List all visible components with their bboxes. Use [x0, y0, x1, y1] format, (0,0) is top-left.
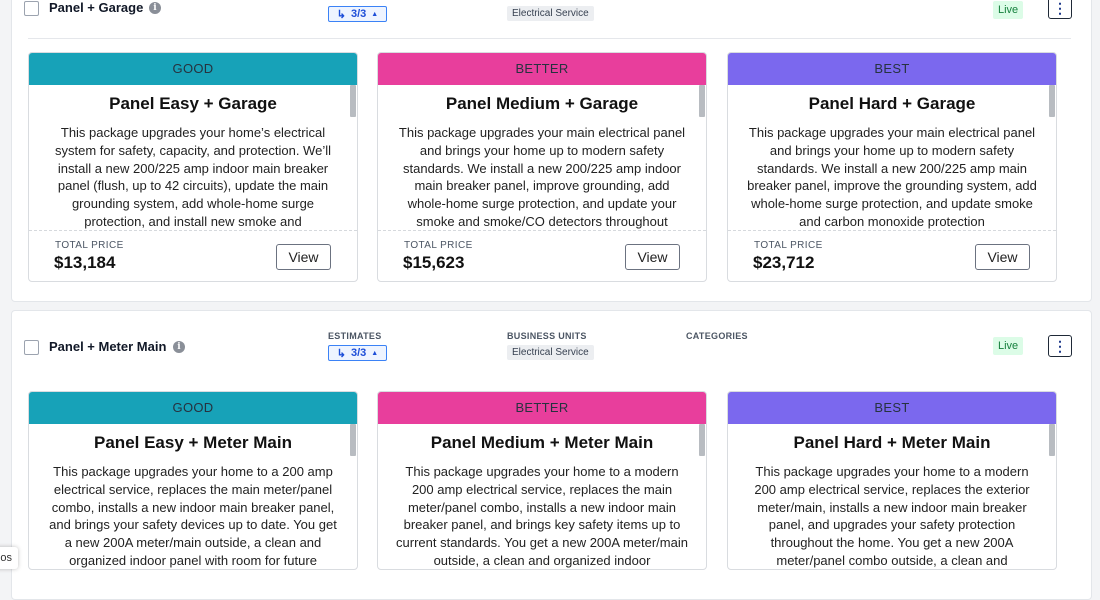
estimates-toggle-button[interactable]: ↳ 3/3 ▲: [328, 6, 387, 22]
package-title: Panel Hard + Meter Main: [793, 433, 991, 452]
tier-header: GOOD: [29, 53, 357, 85]
scrollbar[interactable]: [350, 424, 356, 456]
scrollbar[interactable]: [350, 85, 356, 117]
bundle-section-panel-meter-main: Panel + Meter Main i ESTIMATES BUSINESS …: [11, 310, 1092, 600]
price-label: TOTAL PRICE: [754, 240, 823, 251]
package-card-better: BETTER Panel Medium + Meter Main This pa…: [377, 391, 707, 570]
package-card-good: GOOD Panel Easy + Garage This package up…: [28, 52, 358, 282]
card-footer: TOTAL PRICE $15,623 View: [378, 230, 706, 281]
package-description: This package upgrades your home to a mod…: [754, 464, 1030, 568]
total-price: $23,712: [753, 253, 815, 272]
categories-column-label: CATEGORIES: [686, 331, 748, 341]
tier-header: GOOD: [29, 392, 357, 424]
branch-arrow-icon: ↳: [336, 8, 346, 21]
info-icon[interactable]: i: [173, 341, 185, 353]
tier-header: BEST: [728, 53, 1056, 85]
status-badge: Live: [993, 337, 1024, 355]
package-title: Panel Medium + Meter Main: [430, 433, 654, 452]
view-button[interactable]: View: [276, 244, 331, 270]
select-checkbox[interactable]: [24, 340, 39, 355]
business-unit-tag: Electrical Service: [507, 345, 594, 360]
caret-up-icon: ▲: [371, 349, 379, 357]
card-footer: TOTAL PRICE $13,184 View: [29, 230, 357, 281]
package-description: This package upgrades your home to a 200…: [49, 464, 337, 568]
section-title: Panel + Garage: [49, 0, 144, 15]
package-card-better: BETTER Panel Medium + Garage This packag…: [377, 52, 707, 282]
scrollbar[interactable]: [1049, 85, 1055, 117]
section-title: Panel + Meter Main: [49, 339, 167, 354]
total-price: $13,184: [54, 253, 116, 272]
card-body[interactable]: Panel Hard + Meter Main This package upg…: [728, 424, 1056, 569]
tier-header: BETTER: [378, 53, 706, 85]
estimates-count: 3/3: [350, 347, 367, 359]
branch-arrow-icon: ↳: [336, 347, 346, 360]
scrollbar[interactable]: [699, 85, 705, 117]
divider: [28, 38, 1071, 39]
package-description: This package upgrades your home to a mod…: [396, 464, 688, 568]
card-footer: TOTAL PRICE $23,712 View: [728, 230, 1056, 281]
status-badge: Live: [993, 1, 1024, 19]
business-unit-tag: Electrical Service: [507, 6, 594, 21]
package-title: Panel Easy + Garage: [109, 94, 277, 113]
package-title: Panel Medium + Garage: [445, 94, 639, 113]
scrollbar[interactable]: [1049, 424, 1055, 456]
package-card-best: BEST Panel Hard + Meter Main This packag…: [727, 391, 1057, 570]
price-label: TOTAL PRICE: [404, 240, 473, 251]
estimates-count: 3/3: [350, 8, 367, 20]
package-title: Panel Hard + Garage: [808, 94, 976, 113]
select-checkbox[interactable]: [24, 1, 39, 16]
info-icon[interactable]: i: [149, 2, 161, 14]
package-card-good: GOOD Panel Easy + Meter Main This packag…: [28, 391, 358, 570]
package-description: This package upgrades your main electric…: [398, 125, 686, 229]
business-units-column-label: BUSINESS UNITS: [507, 331, 587, 341]
view-button[interactable]: View: [975, 244, 1030, 270]
package-title: Panel Easy + Meter Main: [94, 433, 292, 452]
total-price: $15,623: [403, 253, 465, 272]
package-description: This package upgrades your main electric…: [747, 125, 1037, 229]
tier-header: BETTER: [378, 392, 706, 424]
package-card-best: BEST Panel Hard + Garage This package up…: [727, 52, 1057, 282]
more-options-button[interactable]: ⋮: [1048, 0, 1072, 19]
edge-tab[interactable]: os: [0, 547, 18, 569]
bundle-section-panel-garage: Panel + Garage i ↳ 3/3 ▲ Electrical Serv…: [11, 0, 1092, 302]
caret-up-icon: ▲: [371, 10, 379, 18]
estimates-toggle-button[interactable]: ↳ 3/3 ▲: [328, 345, 387, 361]
kebab-icon: ⋮: [1053, 337, 1067, 354]
kebab-icon: ⋮: [1053, 0, 1067, 16]
card-body[interactable]: Panel Medium + Meter Main This package u…: [378, 424, 706, 569]
scrollbar[interactable]: [699, 424, 705, 456]
card-body[interactable]: Panel Easy + Meter Main This package upg…: [29, 424, 357, 569]
package-description: This package upgrades your home’s electr…: [54, 125, 331, 229]
view-button[interactable]: View: [625, 244, 680, 270]
price-label: TOTAL PRICE: [55, 240, 124, 251]
tier-header: BEST: [728, 392, 1056, 424]
estimates-column-label: ESTIMATES: [328, 331, 382, 341]
card-body[interactable]: Panel Medium + Garage This package upgra…: [378, 85, 706, 230]
more-options-button[interactable]: ⋮: [1048, 335, 1072, 357]
card-body[interactable]: Panel Hard + Garage This package upgrade…: [728, 85, 1056, 230]
card-body[interactable]: Panel Easy + Garage This package upgrade…: [29, 85, 357, 230]
